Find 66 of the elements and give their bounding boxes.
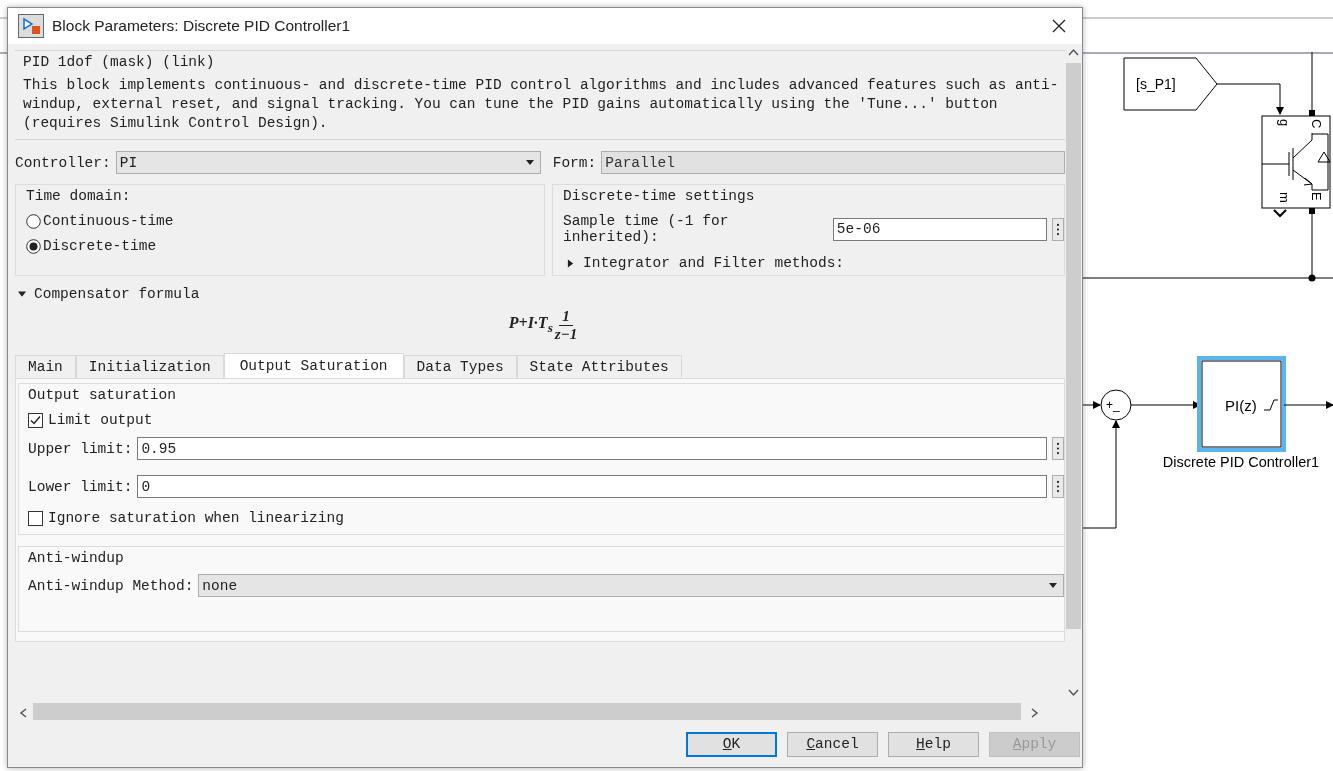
group-title: Time domain: [26, 188, 132, 204]
radio-button[interactable] [26, 238, 41, 254]
window-title: Block Parameters: Discrete PID Controller1 [52, 17, 352, 35]
signal-arrow [1283, 401, 1333, 409]
dialog-button[interactable]: Help [888, 731, 979, 757]
mask-title: PID 1dof (mask) (link) [23, 54, 216, 70]
more-options-icon[interactable] [1052, 217, 1064, 241]
goto-block[interactable] [1123, 57, 1218, 111]
block-description: This block implements continuous- and discrete-time PID control algorithms and includes advanced features such as anti-windup, external reset, and signal tracking. You can tune the PID gains automatically using the 'Tune...' button (requires Simulink Control Design). [23, 76, 1060, 133]
collapsed-triangle-icon[interactable] [567, 258, 575, 268]
upper-limit-field[interactable]: 0.95 [137, 437, 1047, 460]
group-title: Anti-windup [28, 550, 125, 566]
formula-denominator: z−1 [554, 326, 578, 343]
anti-windup-dropdown[interactable]: none [198, 574, 1064, 597]
dropdown-caret-icon [525, 160, 534, 165]
controller-dropdown[interactable]: PI [115, 151, 541, 174]
tab[interactable]: Initialization [75, 355, 224, 378]
radio-button[interactable] [26, 213, 41, 229]
signal-arrow [1216, 83, 1284, 115]
field-label: Anti-windup Method: [28, 577, 194, 594]
formula-expression: P+I·T$_{s}$ [508, 314, 553, 337]
block-text: PI(z) [1225, 397, 1257, 414]
scroll-right-icon[interactable] [1031, 708, 1039, 718]
goto-tag-label: [s_P1] [1136, 76, 1176, 92]
section-toggle[interactable]: Integrator and Filter methods: [583, 255, 845, 271]
scroll-down-icon[interactable] [1068, 689, 1079, 697]
dropdown-value: Parallel [605, 154, 675, 171]
more-options-icon[interactable] [1052, 437, 1064, 460]
tab[interactable]: Main [15, 355, 76, 378]
block-name: Discrete PID Controller1 [1162, 454, 1320, 470]
section-toggle[interactable]: Compensator formula [34, 286, 200, 302]
lower-limit-field[interactable]: 0 [137, 475, 1047, 498]
saturation-icon [1263, 399, 1279, 411]
dropdown-value: none [202, 577, 238, 594]
dropdown-value: PI [119, 154, 138, 171]
sample-time-field[interactable]: 5e-06 [832, 217, 1047, 241]
block-icon [18, 14, 44, 38]
vertical-scrollbar[interactable] [1065, 44, 1082, 703]
tab[interactable]: Output Saturation [223, 353, 404, 378]
group-title: Discrete-time settings [563, 188, 756, 204]
signal-arrow [1083, 401, 1101, 409]
checkbox-label: Limit output [48, 412, 153, 428]
radio-label: Discrete-time [43, 238, 157, 254]
group-title: Output saturation [28, 387, 177, 403]
expanded-triangle-icon[interactable] [18, 289, 26, 299]
radio-label: Continuous-time [43, 213, 174, 229]
close-icon[interactable] [1052, 19, 1066, 33]
field-label: Lower limit: [28, 478, 133, 495]
scroll-left-icon[interactable] [19, 708, 27, 718]
field-label: Controller: [15, 154, 111, 171]
field-label: Form: [552, 154, 597, 171]
dialog-button[interactable]: OK [686, 731, 777, 757]
tab[interactable]: Data Types [403, 355, 517, 378]
checkbox-label: Ignore saturation when linearizing [48, 510, 344, 526]
formula-numerator: 1 [559, 308, 573, 326]
field-label: Upper limit: [28, 440, 133, 457]
scroll-up-icon[interactable] [1068, 48, 1079, 56]
tab[interactable]: State Attributes [516, 355, 682, 378]
more-options-icon[interactable] [1052, 475, 1064, 498]
dropdown-caret-icon [1049, 583, 1057, 588]
checkbox[interactable] [28, 510, 43, 526]
dialog-button[interactable]: Cancel [787, 731, 878, 757]
sum-block[interactable]: +_ [1100, 389, 1132, 421]
field-label: Sample time (-1 for inherited): [563, 213, 730, 245]
checkbox[interactable] [28, 412, 43, 428]
scroll-thumb[interactable] [1066, 63, 1081, 629]
